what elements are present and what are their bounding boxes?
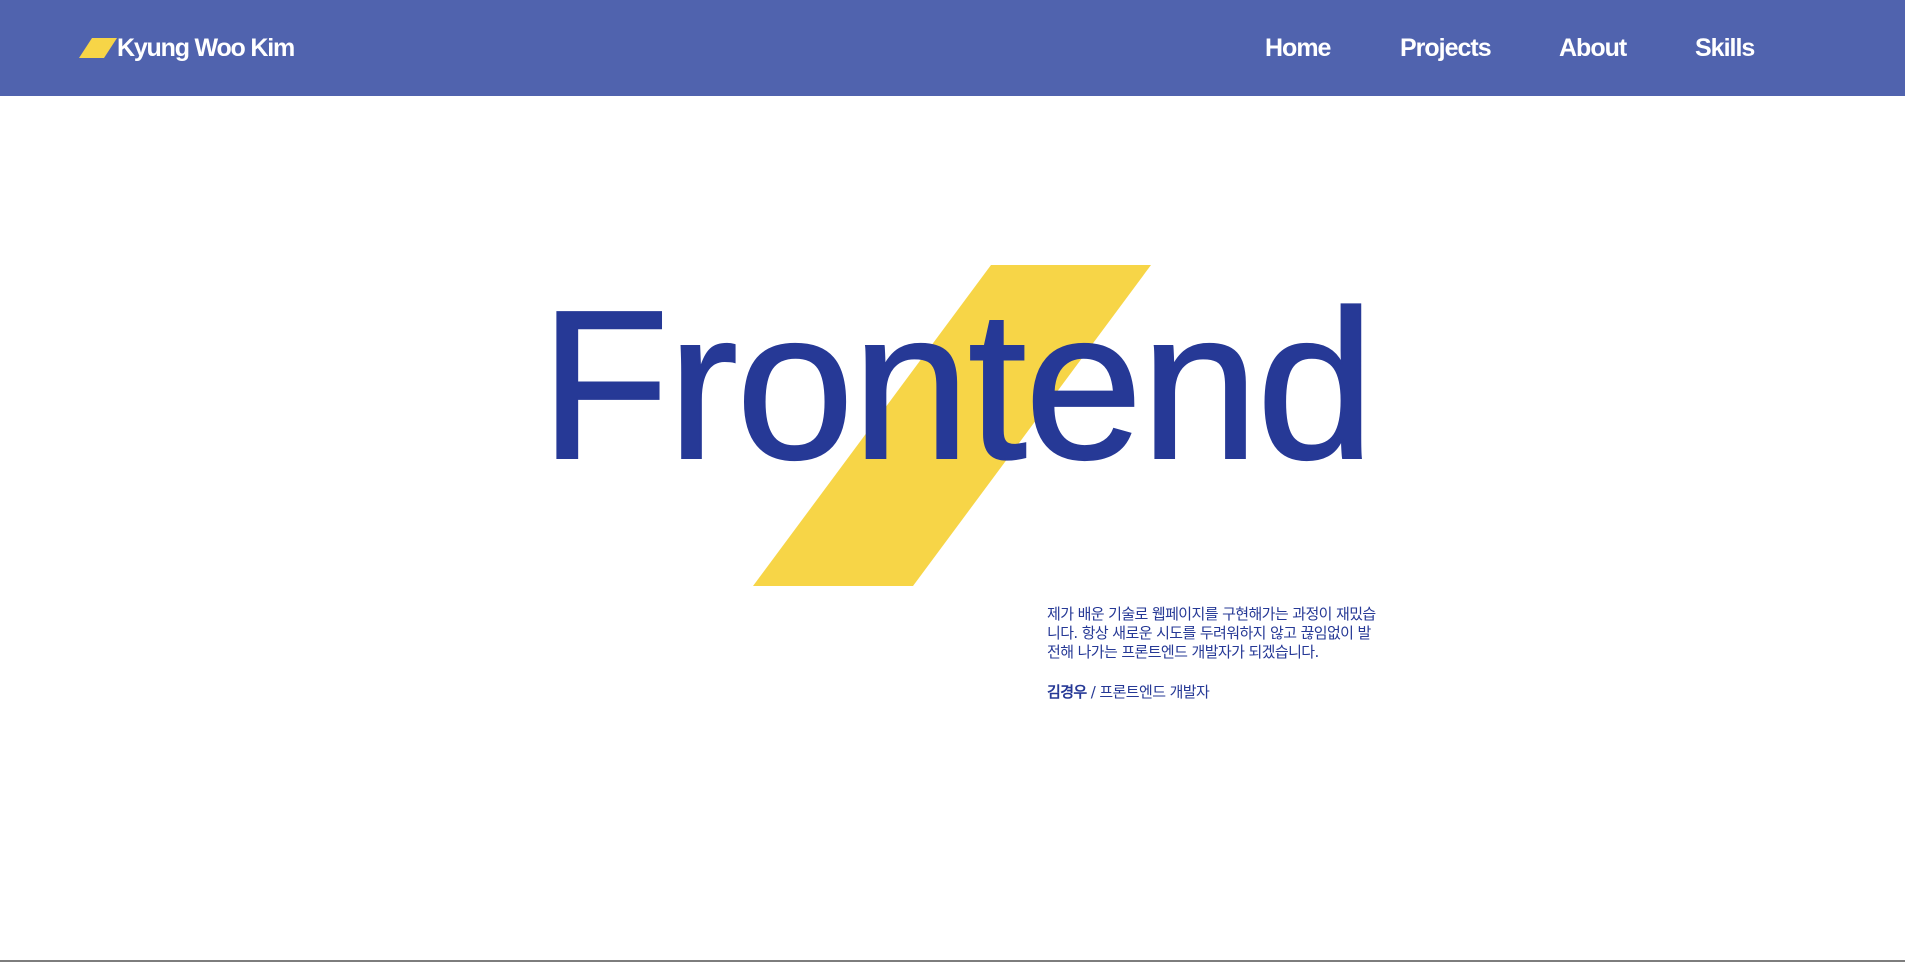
main-nav: Home Projects About Skills: [0, 0, 1905, 96]
signature-role: 프론트엔드 개발자: [1099, 683, 1210, 701]
intro-text: 제가 배운 기술로 웹페이지를 구현해가는 과정이 재밌습 니다. 항상 새로운…: [1047, 605, 1397, 662]
nav-item-about[interactable]: About: [1559, 0, 1627, 96]
nav-item-home[interactable]: Home: [1265, 0, 1331, 96]
signature-name: 김경우: [1047, 683, 1087, 701]
intro-line: 니다. 항상 새로운 시도를 두려워하지 않고 끊임없이 발: [1047, 624, 1371, 642]
signature: 김경우 / 프론트엔드 개발자: [1047, 683, 1210, 702]
signature-separator: /: [1086, 683, 1100, 701]
intro-line: 제가 배운 기술로 웹페이지를 구현해가는 과정이 재밌습: [1047, 605, 1376, 623]
intro-line: 전해 나가는 프론트엔드 개발자가 되겠습니다.: [1047, 643, 1319, 661]
hero-title: Frontend: [539, 266, 1376, 503]
site-header: Kyung Woo Kim Home Projects About Skills: [0, 0, 1905, 96]
nav-item-projects[interactable]: Projects: [1400, 0, 1492, 96]
nav-item-skills[interactable]: Skills: [1695, 0, 1755, 96]
